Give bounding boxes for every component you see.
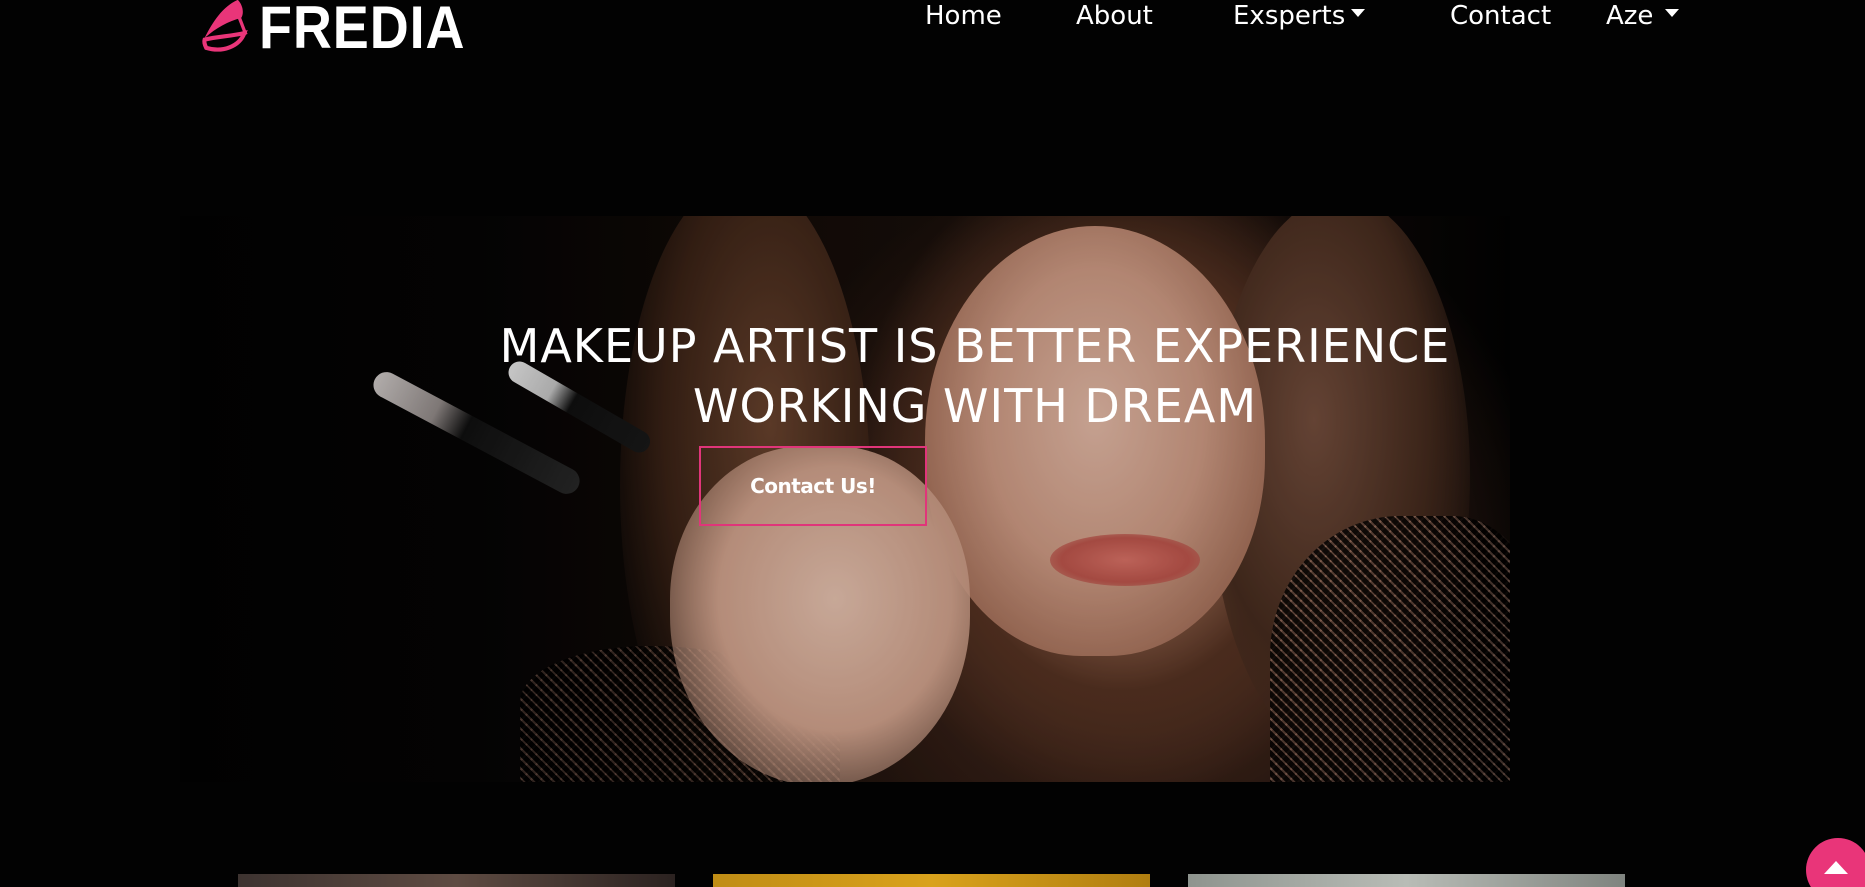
caret-down-icon [1351, 8, 1366, 17]
brand-name: FREDIA [258, 0, 466, 61]
contact-us-button[interactable]: Contact Us! [699, 446, 927, 526]
card-image-1[interactable] [238, 874, 675, 887]
language-label: Aze [1606, 1, 1654, 31]
scroll-to-top-button[interactable] [1806, 838, 1865, 887]
arrow-up-icon [1824, 861, 1848, 874]
nav-experts-label: Exsperts [1233, 1, 1346, 31]
nav-contact[interactable]: Contact [1450, 0, 1551, 32]
language-dropdown[interactable]: Aze [1606, 0, 1680, 32]
navbar: FREDIA Home About Exsperts Contact Aze [0, 0, 1865, 70]
page: FREDIA Home About Exsperts Contact Aze M… [0, 0, 1865, 887]
nav-experts-dropdown[interactable]: Exsperts [1233, 0, 1366, 32]
nav-about-label: About [1076, 1, 1153, 31]
hero-title: MAKEUP ARTIST IS BETTER EXPERIENCE WORKI… [499, 319, 1451, 433]
caret-down-icon [1665, 8, 1680, 17]
hero-banner: MAKEUP ARTIST IS BETTER EXPERIENCE WORKI… [180, 216, 1510, 782]
nav-home[interactable]: Home [925, 0, 1002, 32]
brand-logo[interactable]: FREDIA [198, 0, 488, 64]
card-image-2[interactable] [713, 874, 1150, 887]
butterfly-icon [202, 0, 248, 52]
card-image-3[interactable] [1188, 874, 1625, 887]
nav-home-label: Home [925, 1, 1002, 31]
nav-about[interactable]: About [1076, 0, 1153, 32]
nav-contact-label: Contact [1450, 1, 1552, 31]
